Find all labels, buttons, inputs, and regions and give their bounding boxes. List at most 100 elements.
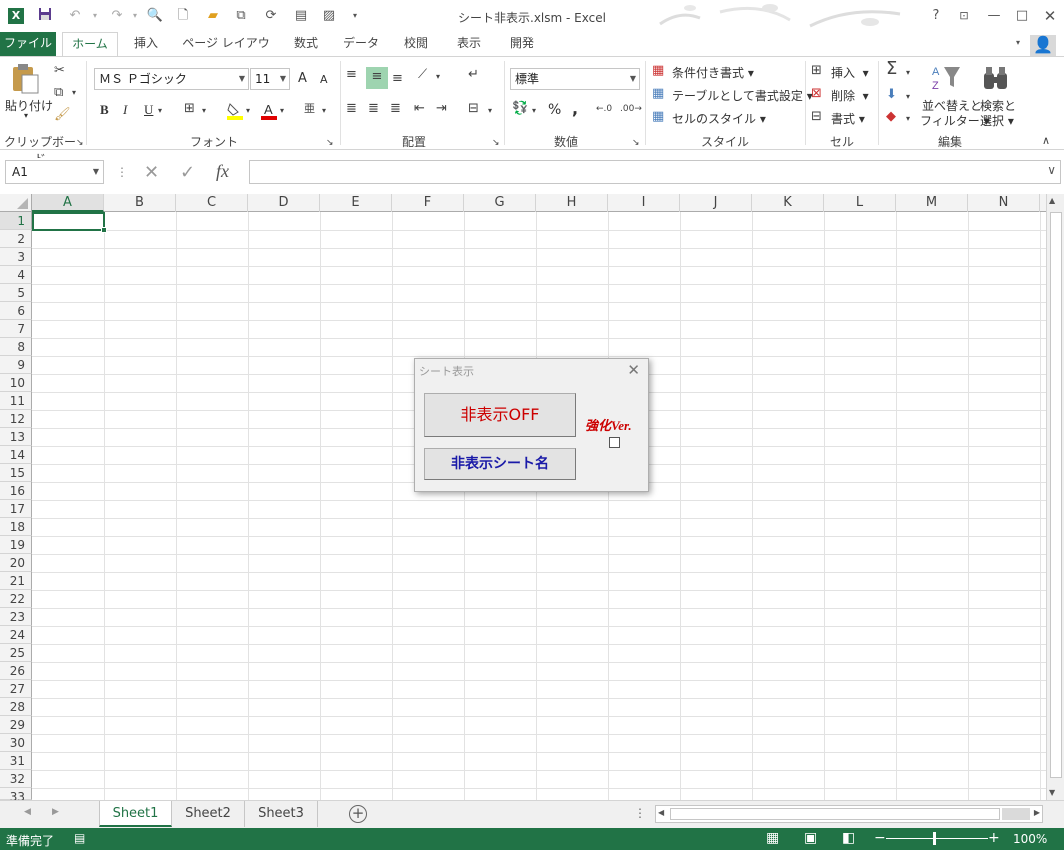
- orientation-dropdown-icon[interactable]: ▾: [436, 69, 440, 85]
- column-header-L[interactable]: L: [824, 194, 896, 212]
- grow-font-button[interactable]: A: [298, 71, 307, 86]
- row-header-8[interactable]: 8: [0, 338, 32, 356]
- page-break-view-icon[interactable]: ◧: [842, 830, 855, 846]
- row-header-33[interactable]: 33: [0, 788, 32, 804]
- underline-button[interactable]: U: [144, 102, 153, 118]
- row-header-9[interactable]: 9: [0, 356, 32, 374]
- column-header-A[interactable]: A: [32, 194, 104, 212]
- row-header-15[interactable]: 15: [0, 464, 32, 482]
- column-header-B[interactable]: B: [104, 194, 176, 212]
- row-header-19[interactable]: 19: [0, 536, 32, 554]
- format-cells-icon[interactable]: ⊟: [811, 109, 822, 125]
- border-dropdown-icon[interactable]: ▾: [202, 103, 206, 119]
- align-bottom-icon[interactable]: ≡: [392, 71, 403, 87]
- maximize-icon[interactable]: □: [1011, 6, 1033, 26]
- format-cells-button[interactable]: 書式 ▾: [831, 110, 865, 127]
- number-launcher-icon[interactable]: ↘: [632, 135, 640, 151]
- copy-dropdown-icon[interactable]: ▾: [72, 85, 76, 101]
- fill-color-dropdown-icon[interactable]: ▾: [246, 103, 250, 119]
- paste-dropdown-icon[interactable]: ▾: [24, 111, 28, 120]
- vertical-scrollbar[interactable]: ▲ ▼: [1046, 194, 1064, 800]
- row-header-30[interactable]: 30: [0, 734, 32, 752]
- row-header-3[interactable]: 3: [0, 248, 32, 266]
- row-header-17[interactable]: 17: [0, 500, 32, 518]
- phonetic-dropdown-icon[interactable]: ▾: [322, 103, 326, 119]
- user-avatar-icon[interactable]: 👤: [1030, 35, 1056, 57]
- column-header-N[interactable]: N: [968, 194, 1040, 212]
- wrap-text-icon[interactable]: ↵: [468, 67, 479, 83]
- format-as-table-icon[interactable]: ▦: [652, 86, 664, 102]
- tab-formulas[interactable]: 数式: [284, 32, 328, 56]
- scroll-left-icon[interactable]: ◀: [658, 808, 664, 817]
- insert-cells-button[interactable]: 挿入 ▾: [831, 64, 869, 81]
- clear-icon[interactable]: ◆: [886, 109, 896, 125]
- find-select-label-2[interactable]: 選択 ▾: [980, 112, 1014, 129]
- minimize-icon[interactable]: —: [983, 6, 1005, 26]
- name-box[interactable]: A1 ▼: [5, 160, 104, 184]
- tab-view[interactable]: 表示: [446, 32, 492, 56]
- column-header-G[interactable]: G: [464, 194, 536, 212]
- row-header-20[interactable]: 20: [0, 554, 32, 572]
- tab-developer[interactable]: 開発: [500, 32, 544, 56]
- row-header-32[interactable]: 32: [0, 770, 32, 788]
- close-icon[interactable]: ✕: [1039, 6, 1061, 26]
- insert-cells-icon[interactable]: ⊞: [811, 63, 822, 79]
- copy-icon[interactable]: ⧉: [54, 85, 63, 101]
- font-launcher-icon[interactable]: ↘: [326, 135, 334, 151]
- row-header-5[interactable]: 5: [0, 284, 32, 302]
- bold-button[interactable]: B: [100, 102, 109, 118]
- zoom-out-icon[interactable]: −: [874, 830, 886, 846]
- conditional-format-icon[interactable]: ▦: [652, 63, 664, 79]
- tab-page-layout[interactable]: ページ レイアウト: [178, 32, 274, 73]
- font-size-select[interactable]: 11 ▼: [250, 68, 290, 90]
- column-header-K[interactable]: K: [752, 194, 824, 212]
- page-layout-view-icon[interactable]: ▣: [804, 830, 817, 846]
- row-header-16[interactable]: 16: [0, 482, 32, 500]
- prev-sheet-icon[interactable]: ◀: [24, 807, 31, 817]
- tab-data[interactable]: データ: [336, 32, 386, 56]
- align-center-icon[interactable]: ≣: [368, 101, 379, 117]
- row-header-6[interactable]: 6: [0, 302, 32, 320]
- insert-function-button[interactable]: fx: [216, 161, 229, 182]
- sheet-tab-3[interactable]: Sheet3: [245, 801, 318, 827]
- zoom-in-icon[interactable]: +: [988, 830, 1000, 846]
- fill-dropdown-icon[interactable]: ▾: [906, 89, 910, 105]
- column-header-E[interactable]: E: [320, 194, 392, 212]
- border-icon[interactable]: ⊞: [184, 101, 195, 117]
- decrease-indent-icon[interactable]: ⇤: [414, 101, 425, 117]
- paste-button[interactable]: 貼り付け: [5, 97, 53, 114]
- fill-handle[interactable]: [101, 227, 107, 233]
- row-header-13[interactable]: 13: [0, 428, 32, 446]
- cell-styles-icon[interactable]: ▦: [652, 109, 664, 125]
- row-header-26[interactable]: 26: [0, 662, 32, 680]
- tab-file[interactable]: ファイル: [0, 32, 56, 56]
- paste-icon[interactable]: [10, 63, 40, 95]
- hide-off-button[interactable]: 非表示OFF: [424, 393, 576, 437]
- enhanced-version-checkbox[interactable]: [609, 437, 620, 448]
- active-cell[interactable]: [32, 212, 105, 231]
- delete-cells-icon[interactable]: ⊠: [811, 86, 822, 102]
- currency-icon[interactable]: 💱: [512, 101, 528, 117]
- tab-insert[interactable]: 挿入: [124, 32, 168, 56]
- tab-review[interactable]: 校閲: [394, 32, 438, 56]
- conditional-format-button[interactable]: 条件付き書式 ▾: [672, 64, 754, 81]
- row-header-22[interactable]: 22: [0, 590, 32, 608]
- merge-dropdown-icon[interactable]: ▾: [488, 103, 492, 119]
- underline-dropdown-icon[interactable]: ▾: [158, 103, 162, 119]
- horizontal-scrollbar[interactable]: ◀ ▶: [655, 805, 1043, 823]
- next-sheet-icon[interactable]: ▶: [52, 807, 59, 817]
- row-header-12[interactable]: 12: [0, 410, 32, 428]
- row-header-14[interactable]: 14: [0, 446, 32, 464]
- column-header-D[interactable]: D: [248, 194, 320, 212]
- align-right-icon[interactable]: ≣: [390, 101, 401, 117]
- zoom-level[interactable]: 100%: [1013, 832, 1047, 846]
- orientation-icon[interactable]: ⟋: [418, 67, 427, 83]
- align-middle-icon[interactable]: ≡: [366, 67, 388, 89]
- h-scroll-thumb[interactable]: [670, 808, 1000, 820]
- decrease-decimal-icon[interactable]: .00→: [620, 101, 642, 117]
- clipboard-launcher-icon[interactable]: ↘: [76, 135, 84, 151]
- scroll-up-icon[interactable]: ▲: [1049, 196, 1055, 205]
- row-header-31[interactable]: 31: [0, 752, 32, 770]
- font-color-icon[interactable]: A: [260, 101, 278, 121]
- splitter-handle-icon[interactable]: ⋮: [634, 806, 646, 820]
